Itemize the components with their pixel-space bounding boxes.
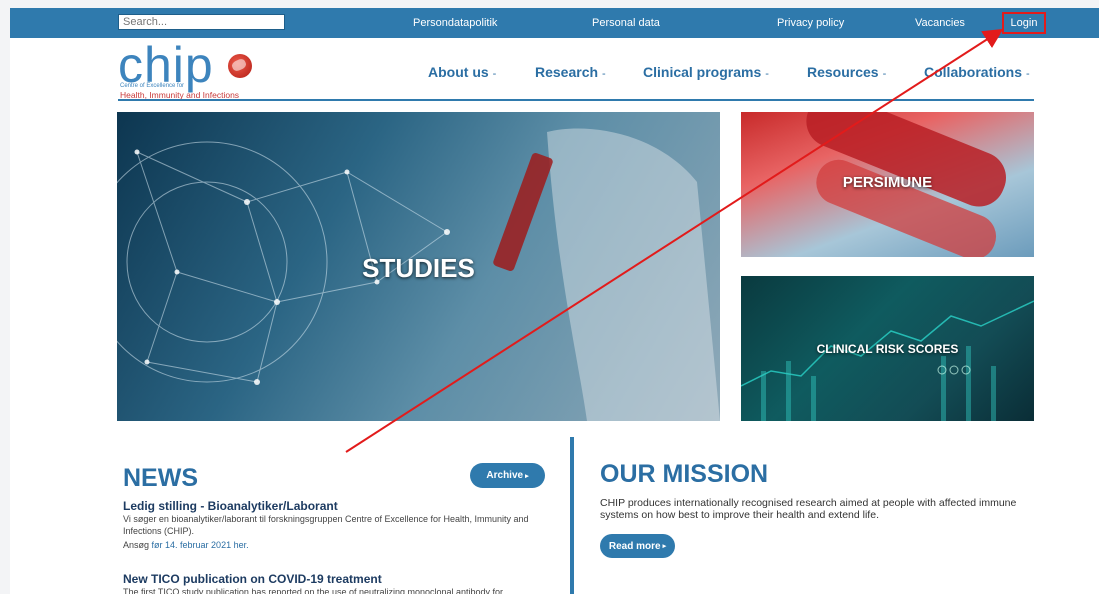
nav-clinical-programs-label: Clinical programs — [643, 64, 762, 80]
archive-button[interactable]: Archive ▸ — [470, 463, 545, 488]
news-item-apply: Ansøg før 14. februar 2021 her. — [123, 539, 543, 551]
news-item-title[interactable]: New TICO publication on COVID-19 treatme… — [123, 572, 382, 586]
mission-text: CHIP produces internationally recognised… — [600, 497, 1017, 521]
search-input[interactable] — [118, 14, 285, 30]
link-persondatapolitik[interactable]: Persondatapolitik — [413, 17, 497, 29]
chip-logo[interactable]: chip Centre of Excellence for Health, Im… — [118, 38, 278, 100]
read-more-label: Read more — [608, 540, 661, 552]
news-apply-link[interactable]: før 14. februar 2021 her. — [152, 540, 249, 550]
mission-heading: OUR MISSION — [600, 460, 769, 488]
chevron-right-icon: ▸ — [662, 543, 667, 550]
chevron-down-icon: - — [882, 68, 887, 80]
chevron-down-icon: - — [1026, 68, 1030, 80]
top-bar: Persondatapolitik Personal data Privacy … — [10, 8, 1099, 38]
chevron-down-icon: - — [602, 68, 606, 80]
clinical-risk-scores-label: CLINICAL RISK SCORES — [816, 342, 959, 356]
news-item-text: Vi søger en bioanalytiker/laborant til f… — [123, 514, 529, 536]
news-apply-text: Ansøg — [123, 540, 150, 550]
nav-about-us[interactable]: About us - — [428, 64, 496, 80]
globe-icon — [228, 54, 252, 78]
link-privacy-policy[interactable]: Privacy policy — [777, 17, 844, 29]
login-link[interactable]: Login — [1002, 12, 1046, 34]
link-vacancies[interactable]: Vacancies — [915, 17, 965, 29]
news-item-text: The first TICO study publication has rep… — [123, 587, 504, 594]
nav-resources-label: Resources — [807, 64, 879, 80]
chevron-down-icon: - — [492, 68, 497, 80]
studies-label: STUDIES — [362, 253, 475, 283]
chevron-down-icon: - — [765, 68, 769, 80]
nav-clinical-programs[interactable]: Clinical programs - — [643, 64, 769, 80]
archive-label: Archive — [486, 470, 524, 481]
studies-tile[interactable]: STUDIES — [117, 112, 720, 421]
clinical-risk-scores-tile[interactable]: CLINICAL RISK SCORES — [741, 276, 1034, 421]
nav-research[interactable]: Research - — [535, 64, 606, 80]
nav-resources[interactable]: Resources - — [807, 64, 886, 80]
page: Persondatapolitik Personal data Privacy … — [10, 8, 1099, 594]
news-item-title[interactable]: Ledig stilling - Bioanalytiker/Laborant — [123, 499, 338, 513]
logo-tagline: Centre of Excellence for — [120, 83, 185, 89]
nav-research-label: Research — [535, 64, 599, 80]
link-personal-data[interactable]: Personal data — [592, 17, 660, 29]
chevron-right-icon: ▸ — [525, 472, 529, 480]
read-more-button[interactable]: Read more ▸ — [600, 534, 675, 558]
nav-divider — [118, 99, 1034, 101]
news-heading: NEWS — [123, 464, 198, 492]
persimune-label: PERSIMUNE — [842, 174, 933, 191]
column-divider — [570, 437, 574, 594]
nav-about-us-label: About us — [428, 64, 489, 80]
persimune-tile[interactable]: PERSIMUNE — [741, 112, 1034, 257]
nav-collaborations[interactable]: Collaborations - — [924, 64, 1030, 80]
nav-collaborations-label: Collaborations — [924, 64, 1023, 80]
